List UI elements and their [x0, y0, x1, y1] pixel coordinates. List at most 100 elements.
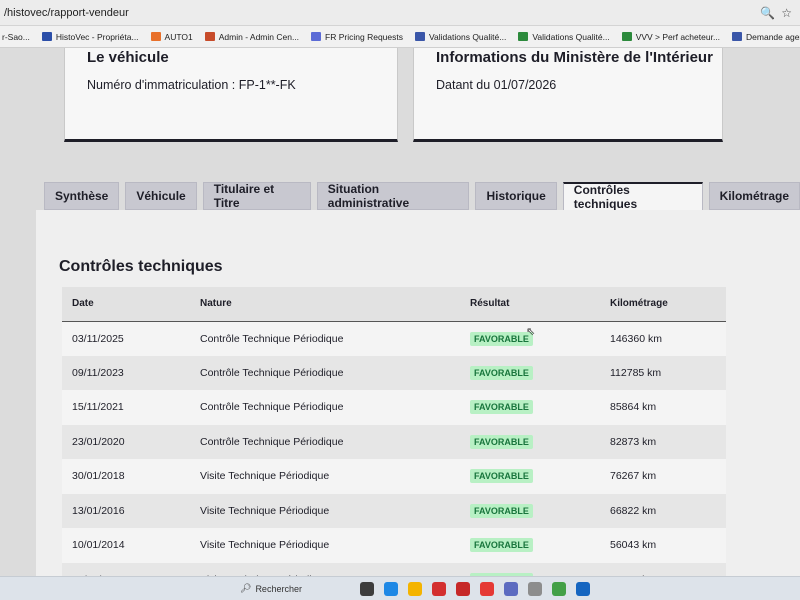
cell-date: 15/11/2021 [72, 401, 124, 414]
bookmark-label: Admin - Admin Cen... [218, 31, 300, 42]
cell-date: 10/01/2014 [72, 539, 125, 552]
table-row: 10/01/2014 Visite Technique Périodique FAV… [62, 528, 726, 563]
tab-situation-administrative[interactable]: Situation administrative [316, 182, 470, 210]
bookmark-favicon-icon [518, 32, 529, 41]
header-result: Résultat [470, 298, 510, 310]
zoom-icon[interactable]: 🔍 [760, 6, 775, 20]
bookmark-item[interactable]: r-Sao... [2, 32, 30, 42]
bookmark-item[interactable]: Demande agence -... [732, 32, 800, 42]
cell-nature: Contrôle Technique Périodique [200, 332, 344, 345]
table-row: 13/01/2016 Visite Technique Périodique FAV… [62, 493, 726, 529]
pdf-reader-icon[interactable] [480, 581, 494, 596]
bookmark-item[interactable]: Validations Qualité... [415, 32, 506, 42]
mouse-cursor-icon: ⇖ [526, 326, 536, 338]
page-content: Le véhicule Numéro d'immatriculation : F… [0, 48, 800, 576]
edge-browser-icon[interactable] [384, 581, 398, 596]
tab-kilom-trage[interactable]: Kilométrage [708, 182, 800, 210]
file-explorer-icon[interactable] [408, 581, 422, 596]
header-mileage: Kilométrage [610, 298, 668, 310]
header-date: Date [72, 298, 94, 310]
bookmark-item[interactable]: AUTO1 [150, 32, 193, 42]
teams-icon[interactable] [504, 581, 518, 596]
status-badge: FAVORABLE [470, 538, 533, 553]
data-date: Datant du 01/07/2026 [436, 78, 557, 92]
cell-mileage: 146360 km [610, 332, 662, 345]
status-badge: FAVORABLE [470, 365, 533, 380]
tab-v-hicule[interactable]: Véhicule [125, 182, 197, 210]
inspections-table: Date Nature Résultat Kilométrage 03/11/2… [62, 287, 726, 576]
tab-panel-technical-inspections: Contrôles techniques Date Nature Résulta… [36, 210, 800, 576]
tab-titulaire-et-titre[interactable]: Titulaire et Titre [202, 182, 311, 210]
tab-historique[interactable]: Historique [475, 182, 557, 210]
status-badge: FAVORABLE [470, 503, 533, 518]
cell-mileage: 56043 km [610, 539, 657, 552]
cell-mileage: 82873 km [610, 435, 657, 448]
task-view-icon[interactable] [360, 581, 374, 596]
cell-date: 12/01/2012 [62, 563, 190, 576]
ministry-card: Informations du Ministère de l'Intérieur… [413, 48, 723, 142]
status-badge: FAVORABLE [470, 331, 533, 346]
bookmark-label: r-Sao... [2, 31, 30, 42]
search-icon: 🔎︎ [240, 583, 252, 593]
bookmark-label: VVV > Perf acheteur... [635, 31, 721, 42]
bookmark-favicon-icon [41, 32, 52, 41]
bookmark-item[interactable]: FR Pricing Requests [311, 32, 403, 42]
cell-nature: Contrôle Technique Périodique [200, 366, 344, 379]
plate-number: Numéro d'immatriculation : FP-1**-FK [87, 78, 296, 92]
opera-icon[interactable] [456, 581, 470, 596]
bookmark-favicon-icon [311, 32, 322, 41]
bookmark-favicon-icon [415, 32, 425, 41]
bookmark-favicon-icon [732, 32, 743, 41]
bookmark-item[interactable]: Validations Qualité... [518, 31, 610, 42]
cell-mileage: 76267 km [610, 470, 657, 483]
table-row: 23/01/2020 Contrôle Technique Périodique F… [62, 424, 726, 459]
cell-nature: Visite Technique Périodique [190, 563, 460, 576]
cell-mileage: 66822 km [610, 504, 657, 517]
table-row: 30/01/2018 Visite Technique Périodique FAV… [62, 459, 726, 494]
taskbar-search[interactable]: 🔎︎ Rechercher [240, 583, 350, 594]
cell-mileage: 85864 km [610, 401, 657, 414]
bookmark-label: Validations Qualité... [532, 31, 610, 42]
table-row: 12/01/2012Visite Technique PériodiqueFAV… [62, 562, 726, 576]
status-badge: FAVORABLE [470, 434, 533, 449]
cell-result: FAVORABLE [460, 494, 600, 529]
cell-result: FAVORABLE [460, 459, 600, 494]
table-row: 09/11/2023 Contrôle Technique Périodique F… [62, 355, 726, 390]
cell-date: 03/11/2025 [72, 332, 124, 345]
table-row: 15/11/2021 Contrôle Technique Périodique F… [62, 390, 726, 425]
header-nature: Nature [200, 298, 232, 310]
cell-result: FAVORABLE [460, 528, 600, 563]
tab-synth-se[interactable]: Synthèse [44, 182, 120, 210]
bookmark-label: Validations Qualité... [429, 31, 507, 42]
status-badge: FAVORABLE [470, 400, 533, 415]
cell-nature: Contrôle Technique Périodique [200, 435, 344, 448]
cell-nature: Contrôle Technique Périodique [200, 401, 344, 414]
cell-date: 23/01/2020 [72, 435, 125, 448]
cell-mileage: 46529 km [600, 563, 726, 576]
cell-nature: Visite Technique Périodique [200, 470, 330, 483]
cell-mileage: 112785 km [610, 366, 662, 379]
bookmark-item[interactable]: Admin - Admin Cen... [204, 31, 300, 42]
address-bar[interactable]: /histovec/rapport-vendeur 🔍 ☆ [0, 0, 800, 26]
status-badge: FAVORABLE [470, 469, 533, 484]
app-l-icon[interactable] [432, 581, 446, 596]
taskbar: 🔎︎ Rechercher [0, 576, 800, 600]
bookmark-item[interactable]: HistoVec - Propriéta... [41, 31, 139, 42]
report-tabs: Synthèse Véhicule Titulaire et Titre Situat… [44, 182, 800, 211]
cell-date: 09/11/2023 [72, 366, 124, 379]
bookmarks-bar: r-Sao... HistoVec - Propriéta... AUTO1 Admi… [0, 26, 800, 48]
tab-contr-les-techniques[interactable]: Contrôles techniques [562, 182, 703, 211]
bookmark-label: HistoVec - Propriéta... [55, 31, 139, 42]
vehicle-card: Le véhicule Numéro d'immatriculation : F… [64, 48, 398, 142]
cell-nature: Visite Technique Périodique [200, 539, 330, 552]
table-header-row: Date Nature Résultat Kilométrage [62, 287, 726, 321]
bookmark-item[interactable]: VVV > Perf acheteur... [621, 31, 721, 42]
url-text[interactable]: /histovec/rapport-vendeur [4, 7, 760, 19]
calculator-icon[interactable] [528, 581, 542, 596]
cell-result: FAVORABLE [460, 390, 600, 425]
bookmark-label: Demande agence -... [746, 31, 800, 42]
bookmark-star-icon[interactable]: ☆ [781, 6, 792, 20]
chrome-icon[interactable] [552, 581, 566, 596]
ministry-card-title: Informations du Ministère de l'Intérieur [436, 49, 713, 66]
pinned-app-icon[interactable] [576, 581, 590, 596]
